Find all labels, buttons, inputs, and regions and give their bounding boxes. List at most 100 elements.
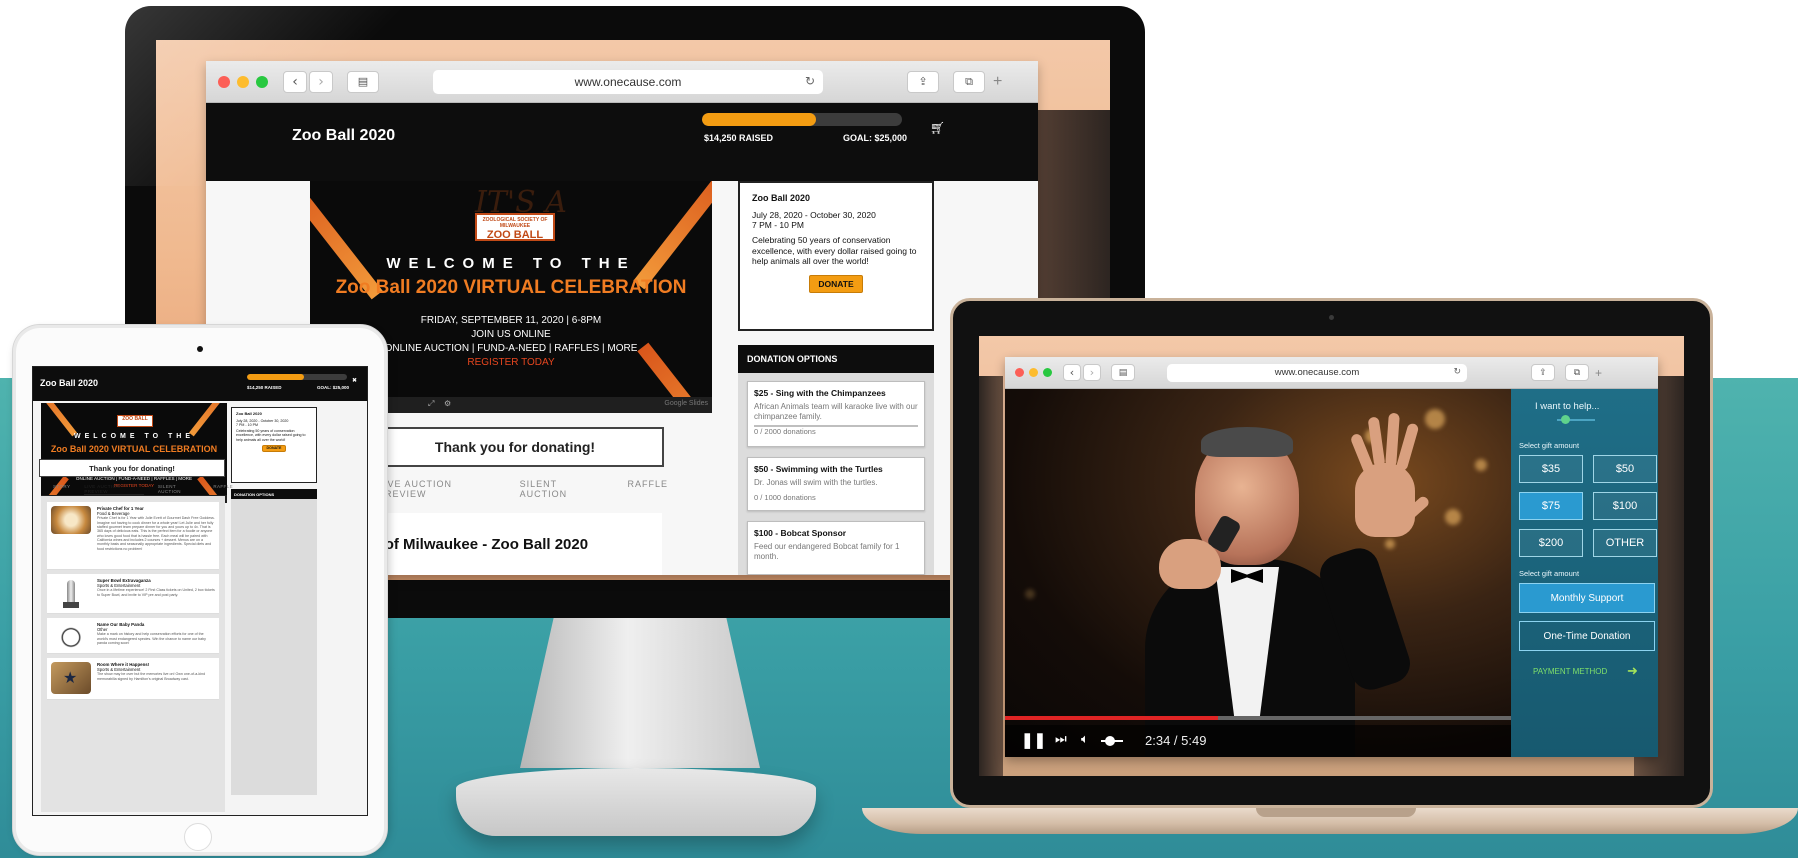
tablet-donate-button[interactable]: DONATE bbox=[262, 444, 286, 452]
panda-thumbnail bbox=[51, 622, 91, 650]
volume-knob[interactable] bbox=[1105, 736, 1115, 746]
tablet-tab-silent-auction[interactable]: SILENT AUCTION bbox=[158, 484, 199, 495]
pause-icon[interactable]: ❚❚ bbox=[1021, 731, 1046, 749]
payment-method-link[interactable]: PAYMENT METHOD bbox=[1533, 667, 1607, 676]
donate-button[interactable]: DONATE bbox=[809, 274, 863, 293]
tablet-tab-live-auction[interactable]: LIVE AUCTION PREVIEW bbox=[84, 484, 144, 495]
sidebar-icon[interactable]: ▤ bbox=[347, 70, 379, 93]
content-tabs: LIVE AUCTION PREVIEW SILENT AUCTION RAFF… bbox=[378, 479, 668, 499]
donation-option-title: $50 - Swimming with the Turtles bbox=[754, 464, 883, 474]
banner-slash bbox=[633, 181, 712, 290]
amount-50-button[interactable]: $50 bbox=[1593, 455, 1657, 483]
banner-zoo-line: Zoo Ball 2020 VIRTUAL CELEBRATION bbox=[335, 277, 687, 298]
zoom-window-button[interactable] bbox=[1043, 368, 1052, 377]
gift-frequency-label: Select gift amount bbox=[1519, 569, 1580, 578]
auction-list: Private Chef for 1 Year Food & Beverage … bbox=[41, 496, 225, 812]
tab-silent-auction[interactable]: SILENT AUCTION bbox=[520, 479, 598, 499]
minimize-window-button[interactable] bbox=[237, 75, 249, 88]
tablet-welcome: WELCOME TO THE bbox=[73, 433, 195, 440]
tablet-content-tabs: STORY LIVE AUCTION PREVIEW SILENT AUCTIO… bbox=[53, 484, 233, 495]
bokeh-light bbox=[1025, 589, 1035, 599]
zoom-window-button[interactable] bbox=[256, 75, 268, 88]
tablet-event-description: Celebrating 50 years of conservation exc… bbox=[236, 429, 306, 442]
one-time-donation-button[interactable]: One-Time Donation bbox=[1519, 621, 1655, 651]
new-tab-icon[interactable]: + bbox=[993, 73, 1002, 91]
close-window-button[interactable] bbox=[218, 75, 230, 88]
give-question: I want to help... bbox=[1535, 401, 1600, 412]
volume-icon[interactable]: 🔈︎ bbox=[1081, 732, 1089, 747]
donation-option-count: 0 / 2000 donations bbox=[754, 425, 918, 436]
close-window-button[interactable] bbox=[1015, 368, 1024, 377]
auction-item-desc: Make a mark on history and help conserva… bbox=[97, 632, 206, 645]
donation-option-title: $100 - Bobcat Sponsor bbox=[754, 528, 847, 538]
star-thumbnail: ★ bbox=[51, 662, 91, 694]
video-progress-bar[interactable] bbox=[1005, 716, 1511, 720]
event-card-title: Zoo Ball 2020 bbox=[752, 193, 811, 203]
donation-options-list: $25 - Sing with the Chimpanzees African … bbox=[738, 373, 934, 575]
amount-35-button[interactable]: $35 bbox=[1519, 455, 1583, 483]
tablet-home-button[interactable] bbox=[184, 823, 212, 851]
tablet-goal: GOAL: $25,000 bbox=[317, 385, 350, 390]
speaker-hair bbox=[1201, 427, 1293, 457]
sidebar-icon[interactable]: ▤ bbox=[1111, 364, 1135, 381]
tablet-tab-story[interactable]: STORY bbox=[53, 484, 70, 495]
tablet-camera bbox=[197, 346, 203, 352]
tablet-event-card: Zoo Ball 2020 July 28, 2020 - October 30… bbox=[231, 407, 317, 483]
amount-other-button[interactable]: OTHER bbox=[1593, 529, 1657, 557]
bokeh-light bbox=[1425, 409, 1445, 429]
tablet-progress-bar bbox=[247, 374, 347, 380]
tab-live-auction-preview[interactable]: LIVE AUCTION PREVIEW bbox=[378, 479, 490, 499]
amount-75-button[interactable]: $75 bbox=[1519, 492, 1583, 520]
google-slides-label: Google Slides bbox=[664, 400, 708, 407]
auction-item[interactable]: ★ Room Where it Happens! Sports & Entert… bbox=[47, 658, 219, 700]
tablet-event-header: Zoo Ball 2020 $14,250 RAISED GOAL: $25,0… bbox=[33, 367, 367, 401]
fullscreen-icon[interactable]: ⤢ bbox=[428, 399, 434, 409]
tablet-cart-icon[interactable]: ✖ bbox=[352, 377, 357, 384]
raised-hand bbox=[1355, 463, 1415, 537]
tabs-icon[interactable]: ⧉ bbox=[953, 70, 985, 93]
donation-option[interactable]: $50 - Swimming with the Turtles Dr. Jona… bbox=[747, 457, 925, 511]
fundraising-progress-bar bbox=[702, 113, 902, 126]
monthly-support-button[interactable]: Monthly Support bbox=[1519, 583, 1655, 613]
finger bbox=[1395, 422, 1420, 472]
amount-200-button[interactable]: $200 bbox=[1519, 529, 1583, 557]
desktop-safari-toolbar: ‹ › ▤ www.onecause.com ↻ ⇪ ⧉ + bbox=[206, 61, 1038, 103]
minimize-window-button[interactable] bbox=[1029, 368, 1038, 377]
tab-raffle[interactable]: RAFFLE bbox=[627, 479, 668, 499]
monitor-stand bbox=[520, 618, 760, 768]
forward-icon[interactable]: › bbox=[309, 70, 333, 93]
share-icon[interactable]: ⇪ bbox=[907, 70, 939, 93]
donation-option[interactable]: $100 - Bobcat Sponsor Feed our endangere… bbox=[747, 521, 925, 575]
reload-icon[interactable]: ↻ bbox=[1453, 367, 1461, 377]
forward-icon[interactable]: › bbox=[1083, 364, 1101, 381]
thank-you-banner: Thank you for donating! bbox=[366, 427, 664, 467]
banner-slash bbox=[41, 403, 77, 437]
address-bar-url: www.onecause.com bbox=[574, 74, 682, 89]
back-icon[interactable]: ‹ bbox=[283, 70, 307, 93]
raised-amount: $14,250 RAISED bbox=[704, 133, 774, 143]
step-indicator bbox=[1561, 415, 1570, 424]
donation-option[interactable]: $25 - Sing with the Chimpanzees African … bbox=[747, 381, 925, 447]
arrow-right-icon[interactable]: ➜ bbox=[1627, 663, 1638, 679]
settings-icon[interactable]: ⚙ bbox=[444, 399, 451, 408]
auction-item[interactable]: Super Bowl Extravaganza Sports & Enterta… bbox=[47, 574, 219, 614]
share-icon[interactable]: ⇪ bbox=[1531, 364, 1555, 381]
tablet-progress-fill bbox=[247, 374, 304, 380]
reload-icon[interactable]: ↻ bbox=[805, 74, 815, 88]
new-tab-icon[interactable]: + bbox=[1595, 366, 1602, 380]
video-player[interactable]: ❚❚ ⏭︎ 🔈︎ 2:34 / 5:49 bbox=[1005, 389, 1511, 757]
tablet-event-time: 7 PM - 10 PM bbox=[236, 423, 258, 427]
cart-icon[interactable]: 🛒︎ bbox=[930, 121, 945, 135]
auction-item[interactable]: Name Our Baby Panda Other Make a mark on… bbox=[47, 618, 219, 654]
auction-item-thumbnail bbox=[51, 506, 91, 534]
laptop-browser-window: ‹ › ▤ www.onecause.com ↻ ⇪ ⧉ + ❚❚ ⏭︎ 🔈︎ … bbox=[1005, 357, 1658, 757]
amount-100-button[interactable]: $100 bbox=[1593, 492, 1657, 520]
laptop-address-bar[interactable]: www.onecause.com ↻ bbox=[1167, 363, 1467, 382]
video-time: 2:34 / 5:49 bbox=[1145, 733, 1207, 748]
back-icon[interactable]: ‹ bbox=[1063, 364, 1081, 381]
address-bar[interactable]: www.onecause.com ↻ bbox=[433, 69, 823, 94]
product-showcase: ‹ › ▤ www.onecause.com ↻ ⇪ ⧉ + Zoo Ball … bbox=[0, 0, 1798, 858]
tabs-icon[interactable]: ⧉ bbox=[1565, 364, 1589, 381]
next-icon[interactable]: ⏭︎ bbox=[1055, 732, 1067, 747]
auction-item[interactable]: Private Chef for 1 Year Food & Beverage … bbox=[47, 502, 219, 570]
